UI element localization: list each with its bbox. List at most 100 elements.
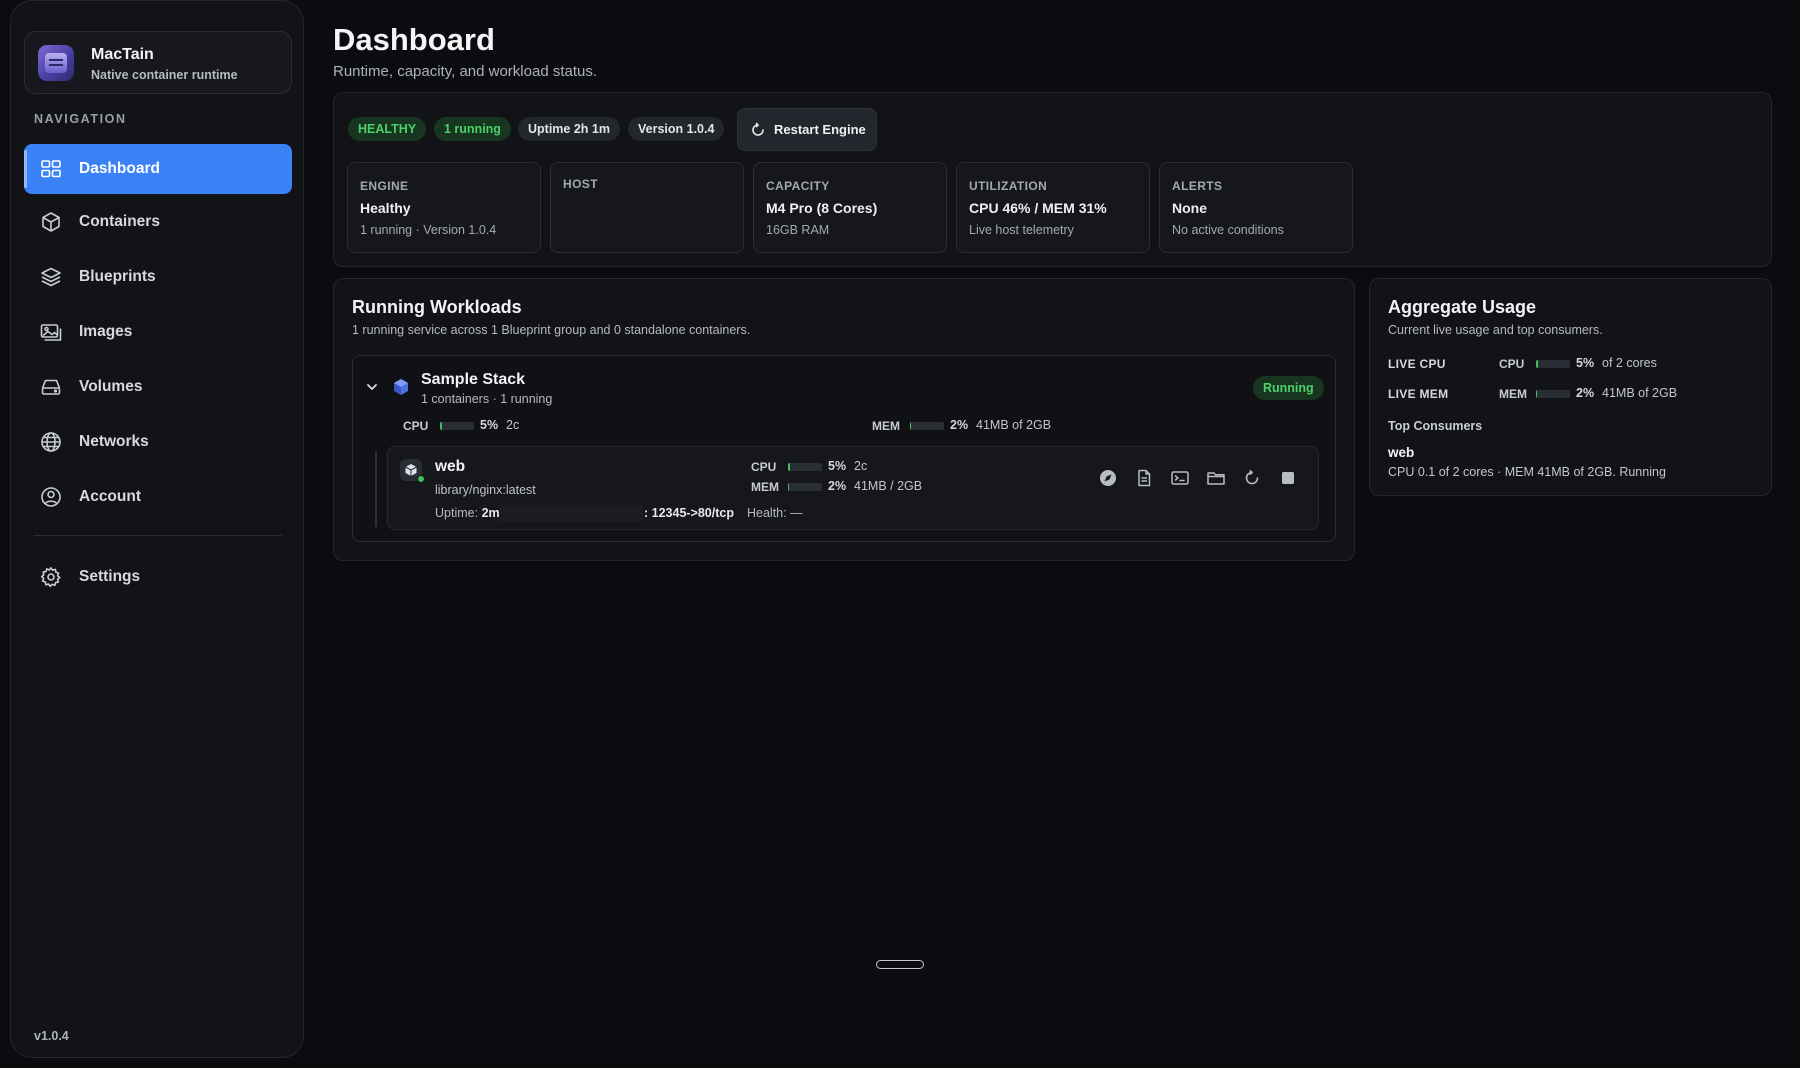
live-mem-label: LIVE MEM	[1388, 387, 1449, 401]
terminal-icon[interactable]	[1170, 468, 1190, 488]
live-mem-pct: 2%	[1576, 386, 1595, 400]
sidebar: MacTain Native container runtime NAVIGAT…	[10, 0, 304, 1058]
card-key: HOST	[563, 177, 598, 191]
user-circle-icon	[40, 486, 62, 508]
app-tagline: Native container runtime	[91, 68, 238, 82]
stack-cpu-bar	[440, 422, 474, 430]
sidebar-item-containers[interactable]: Containers	[24, 197, 292, 247]
stack-name: Sample Stack	[421, 371, 526, 388]
card-value: Healthy	[360, 200, 411, 216]
sidebar-item-label: Dashboard	[79, 160, 160, 177]
container-image: library/nginx:latest	[435, 483, 536, 497]
host-card: HOST	[550, 162, 744, 253]
engine-status-panel: HEALTHY 1 running Uptime 2h 1m Version 1…	[333, 92, 1772, 267]
card-sub: 16GB RAM	[766, 223, 830, 237]
consumer-detail: CPU 0.1 of 2 cores · MEM 41MB of 2GB. Ru…	[1388, 465, 1666, 479]
utilization-card: UTILIZATION CPU 46% / MEM 31% Live host …	[956, 162, 1150, 253]
sidebar-item-images[interactable]: Images	[24, 307, 292, 357]
restart-icon[interactable]	[1242, 468, 1262, 488]
version-badge: Version 1.0.4	[628, 117, 725, 141]
stop-icon[interactable]	[1278, 468, 1298, 488]
running-count-badge: 1 running	[434, 117, 511, 141]
images-icon	[40, 321, 62, 343]
document-icon[interactable]	[1134, 468, 1154, 488]
folder-icon[interactable]	[1206, 468, 1226, 488]
sidebar-item-blueprints[interactable]: Blueprints	[24, 252, 292, 302]
restart-engine-button[interactable]: Restart Engine	[737, 108, 877, 151]
scroll-handle[interactable]	[876, 960, 924, 969]
container-status-dot	[417, 475, 425, 483]
live-cpu-pct: 5%	[1576, 356, 1595, 370]
container-ports: : 12345->80/tcp	[644, 506, 734, 520]
sidebar-item-label: Containers	[79, 213, 160, 230]
sidebar-item-label: Volumes	[79, 378, 143, 395]
live-mem-bar	[1536, 390, 1570, 398]
card-sub: No active conditions	[1172, 223, 1284, 237]
container-row-web[interactable]: web library/nginx:latest Uptime: 2m : 12…	[387, 446, 1319, 530]
sidebar-item-networks[interactable]: Networks	[24, 417, 292, 467]
live-cpu-metric: CPU	[1499, 357, 1525, 371]
live-cpu-extra: of 2 cores	[1602, 356, 1657, 370]
card-value: CPU 46% / MEM 31%	[969, 200, 1107, 216]
container-name[interactable]: web	[435, 458, 465, 476]
card-key: CAPACITY	[766, 179, 830, 193]
app-version: v1.0.4	[34, 1029, 69, 1043]
sidebar-divider	[34, 535, 282, 536]
sidebar-item-label: Networks	[79, 433, 149, 450]
health-badge: HEALTHY	[348, 117, 427, 141]
sidebar-item-account[interactable]: Account	[24, 472, 292, 522]
sidebar-item-volumes[interactable]: Volumes	[24, 362, 292, 412]
sidebar-item-dashboard[interactable]: Dashboard	[24, 144, 292, 194]
live-mem-bar-fill	[1536, 390, 1538, 398]
page-title: Dashboard	[333, 22, 495, 57]
capacity-card: CAPACITY M4 Pro (8 Cores) 16GB RAM	[753, 162, 947, 253]
layers-icon	[40, 266, 62, 288]
card-key: UTILIZATION	[969, 179, 1048, 193]
sidebar-item-label: Settings	[79, 568, 141, 585]
engine-card: ENGINE Healthy 1 running · Version 1.0.4	[347, 162, 541, 253]
nav-heading: NAVIGATION	[34, 112, 127, 126]
uptime-label: Uptime:	[435, 506, 479, 520]
container-cpu-cores: 2c	[854, 459, 868, 473]
chevron-down-icon[interactable]	[365, 380, 379, 394]
stack-cpu-pct: 5%	[480, 418, 499, 432]
restart-engine-label: Restart Engine	[774, 122, 866, 137]
container-uptime: Uptime: 2m	[435, 506, 500, 520]
live-cpu-label: LIVE CPU	[1388, 357, 1446, 371]
page-subtitle: Runtime, capacity, and workload status.	[333, 63, 598, 80]
sidebar-item-label: Images	[79, 323, 133, 340]
tree-connector	[375, 452, 377, 527]
stack-cpu-cores: 2c	[506, 418, 520, 432]
uptime-value: 2m	[481, 506, 500, 520]
sidebar-item-settings[interactable]: Settings	[24, 552, 292, 602]
card-key: ALERTS	[1172, 179, 1223, 193]
card-sub: 1 running · Version 1.0.4	[360, 223, 497, 237]
aggregate-usage-panel: Aggregate Usage Current live usage and t…	[1369, 278, 1772, 496]
restart-icon	[750, 122, 766, 138]
container-mem-bar-fill	[788, 483, 790, 491]
app-name: MacTain	[91, 46, 154, 63]
stack-cpu-bar-fill	[440, 422, 442, 430]
stack-group: Sample Stack 1 containers · 1 running Ru…	[352, 355, 1336, 542]
gear-icon	[40, 566, 62, 588]
redacted-field	[499, 505, 643, 522]
stack-mem-usage: 41MB of 2GB	[976, 418, 1052, 432]
container-cpu-pct: 5%	[828, 459, 847, 473]
container-health: Health: —	[747, 506, 803, 520]
stack-meta: 1 containers · 1 running	[421, 392, 553, 406]
consumer-name: web	[1388, 445, 1415, 460]
workloads-title: Running Workloads	[352, 297, 522, 317]
container-mem-bar	[788, 483, 822, 491]
live-mem-metric: MEM	[1499, 387, 1527, 401]
card-sub: Live host telemetry	[969, 223, 1074, 237]
container-cpu-label: CPU	[751, 460, 777, 474]
cube-icon	[40, 211, 62, 233]
top-consumers-label: Top Consumers	[1388, 419, 1483, 433]
live-cpu-bar	[1536, 360, 1570, 368]
brand-header: MacTain Native container runtime	[24, 31, 292, 94]
compass-icon[interactable]	[1098, 468, 1118, 488]
container-mem-usage: 41MB / 2GB	[854, 479, 923, 493]
stack-mem-bar-fill	[910, 422, 912, 430]
stack-mem-label: MEM	[872, 419, 900, 433]
workloads-subtitle: 1 running service across 1 Blueprint gro…	[352, 323, 751, 337]
